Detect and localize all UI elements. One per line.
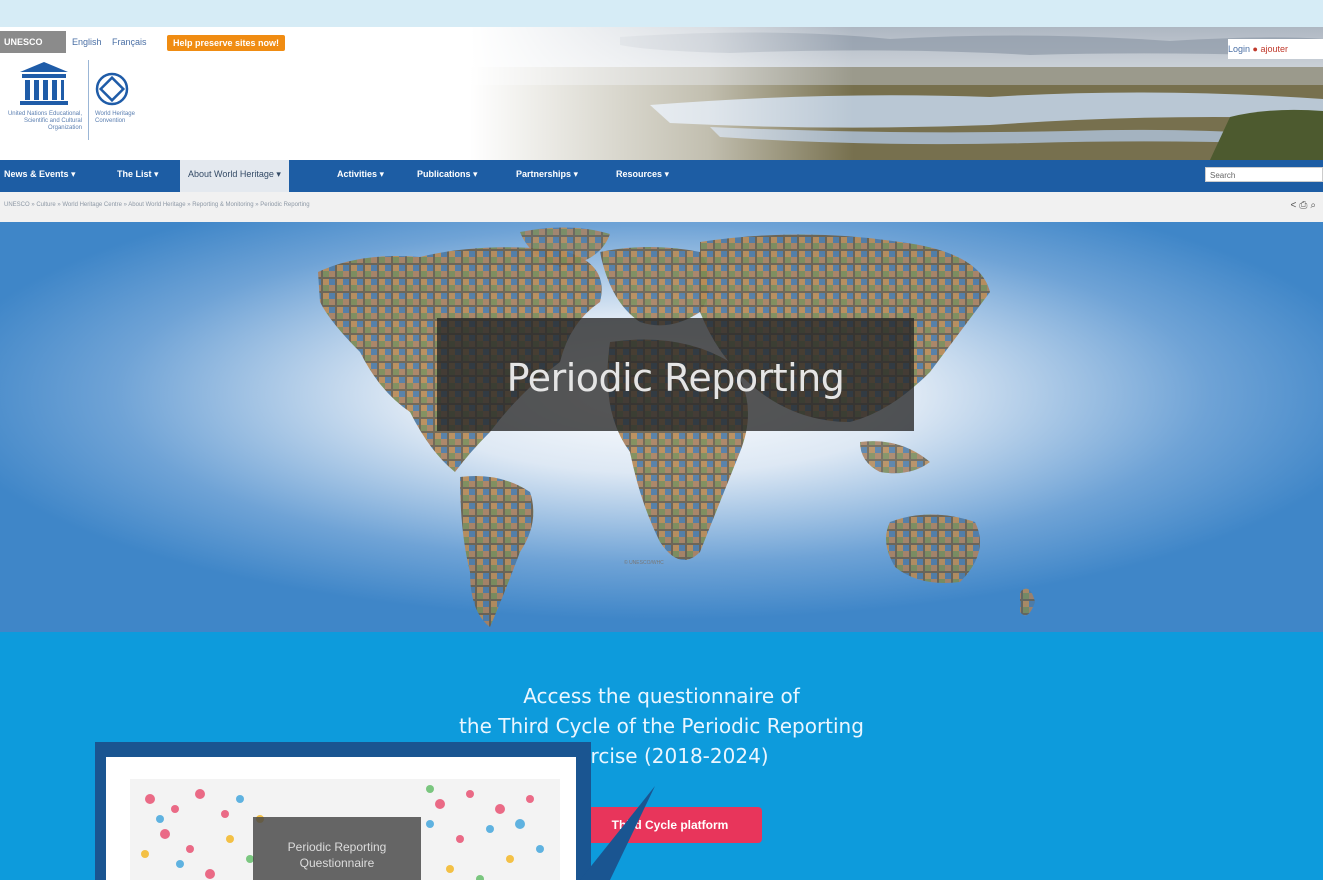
questionnaire-thumbnail[interactable]: Periodic Reporting Questionnaire (130, 779, 560, 880)
nav-publications[interactable]: Publications ▾ (417, 160, 478, 192)
main-navigation: News & Events ▾ The List ▾ About World H… (0, 160, 1323, 192)
breadcrumb[interactable]: UNESCO » Culture » World Heritage Centre… (4, 202, 310, 208)
hero-banner: Periodic Reporting © UNESCO/WHC (0, 222, 1323, 632)
thumbnail-title: Periodic Reporting Questionnaire (287, 840, 387, 870)
nav-the-list[interactable]: The List ▾ (117, 160, 159, 192)
access-line-1: Access the questionnaire of (523, 684, 800, 708)
top-strip (0, 0, 1323, 27)
nav-news-events[interactable]: News & Events ▾ (4, 160, 76, 192)
callout-pointer-icon (580, 786, 655, 880)
world-heritage-emblem-icon[interactable] (95, 72, 129, 106)
unesco-temple-logo-icon[interactable] (12, 60, 76, 110)
hero-credit: © UNESCO/WHC (624, 560, 664, 566)
site-header: UNESCO English Français Help preserve si… (0, 27, 1323, 160)
page-tools: <⎙⌕ (1291, 200, 1319, 211)
questionnaire-callout: Periodic Reporting Questionnaire (95, 742, 591, 880)
access-line-2: the Third Cycle of the Periodic Reportin… (459, 714, 864, 738)
hero-title: Periodic Reporting (506, 356, 845, 400)
logo-divider (88, 60, 89, 140)
nav-activities[interactable]: Activities ▾ (337, 160, 384, 192)
print-icon[interactable]: ⎙ (1299, 200, 1310, 211)
unesco-logo-caption: United Nations Educational, Scientific a… (7, 111, 82, 131)
unesco-tag[interactable]: UNESCO (0, 31, 66, 53)
nav-about-world-heritage[interactable]: About World Heritage ▾ (180, 160, 289, 192)
search-icon[interactable]: ⌕ (1310, 200, 1319, 211)
nav-resources[interactable]: Resources ▾ (616, 160, 669, 192)
breadcrumb-bar: UNESCO » Culture » World Heritage Centre… (0, 192, 1323, 222)
page: UNESCO English Français Help preserve si… (0, 0, 1323, 880)
nav-partnerships[interactable]: Partnerships ▾ (516, 160, 578, 192)
callout-frame: Periodic Reporting Questionnaire (106, 757, 576, 880)
search-input[interactable]: Search (1205, 167, 1323, 182)
login-area: Login ● ajouter (1228, 39, 1323, 59)
help-preserve-button[interactable]: Help preserve sites now! (167, 35, 286, 51)
language-english-link[interactable]: English (72, 37, 102, 47)
header-landscape-photo (470, 27, 1323, 160)
login-link[interactable]: Login (1228, 44, 1250, 54)
bookmark-link[interactable]: ● ajouter (1253, 44, 1288, 54)
language-french-link[interactable]: Français (112, 37, 147, 47)
whc-logo-caption: World Heritage Convention (95, 111, 135, 124)
